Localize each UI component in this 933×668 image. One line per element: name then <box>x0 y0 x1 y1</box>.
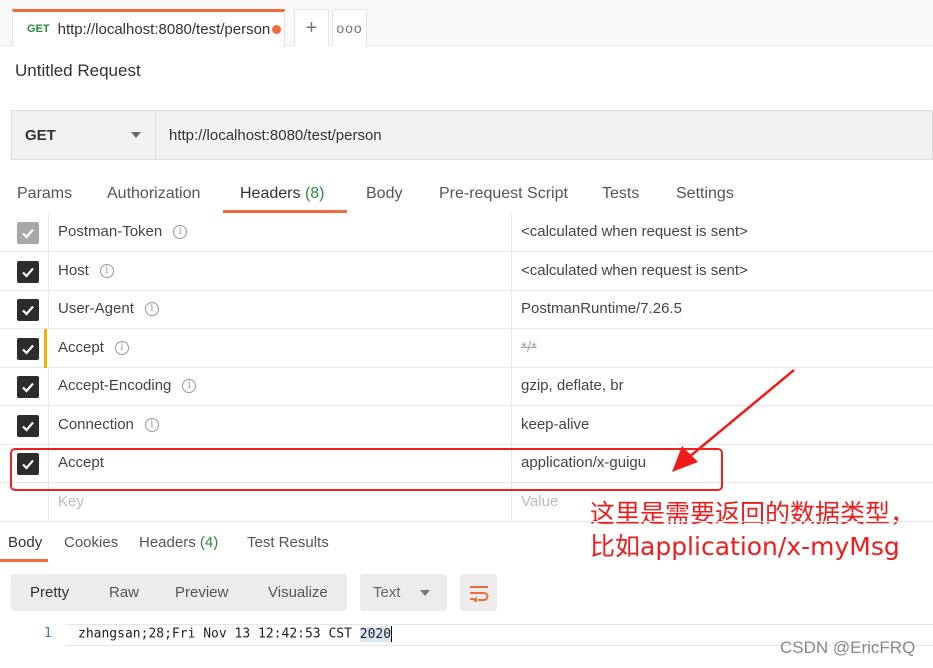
check-icon <box>22 382 34 393</box>
header-key-text: Connection <box>58 416 134 433</box>
info-icon[interactable]: i <box>144 301 159 316</box>
info-icon[interactable]: i <box>99 263 114 278</box>
check-icon <box>22 344 34 355</box>
more-icon: ooo <box>336 20 363 36</box>
check-icon <box>22 421 34 432</box>
header-value: gzip, deflate, br <box>521 377 624 394</box>
header-key: Connection i <box>58 416 159 433</box>
header-checkbox[interactable] <box>17 376 39 398</box>
arrow-icon <box>672 369 795 472</box>
wrap-icon <box>469 585 488 602</box>
text-cursor <box>391 626 393 642</box>
tab-test-results[interactable]: Test Results <box>247 534 329 551</box>
tab-cookies[interactable]: Cookies <box>64 534 118 551</box>
tab-headers[interactable]: Headers (8) <box>240 185 325 203</box>
header-key: User-Agent i <box>58 300 159 317</box>
new-tab-button[interactable]: + <box>294 9 329 46</box>
response-text-highlight: 2020 <box>359 626 392 642</box>
response-text-main: zhangsan;28;Fri Nov 13 12:42:53 CST <box>78 626 360 642</box>
more-tabs-button[interactable]: ooo <box>332 9 367 46</box>
request-tab-method: GET <box>27 23 50 35</box>
header-key: Postman-Token i <box>58 223 188 240</box>
table-row: Postman-Token i <calculated when request … <box>0 213 933 252</box>
header-checkbox[interactable] <box>17 338 39 360</box>
tab-response-body[interactable]: Body <box>8 534 42 551</box>
tab-headers-label: Headers <box>240 185 301 202</box>
table-row: Host i <calculated when request is sent> <box>0 252 933 291</box>
tab-params[interactable]: Params <box>17 185 72 203</box>
header-checkbox[interactable] <box>17 261 39 283</box>
view-preview-button[interactable]: Preview <box>175 584 228 601</box>
tab-authorization[interactable]: Authorization <box>107 185 200 203</box>
overridden-indicator <box>44 329 47 368</box>
info-icon[interactable]: i <box>182 378 197 393</box>
unsaved-dot-icon <box>271 24 281 34</box>
view-pretty-button[interactable]: Pretty <box>30 584 69 601</box>
check-icon <box>22 267 34 278</box>
view-visualize-button[interactable]: Visualize <box>268 584 328 601</box>
header-checkbox[interactable] <box>17 222 39 244</box>
info-icon[interactable]: i <box>173 224 188 239</box>
check-icon <box>22 228 34 239</box>
view-raw-button[interactable]: Raw <box>109 584 139 601</box>
tab-headers-count: (8) <box>304 185 325 202</box>
new-header-key-input[interactable]: Key <box>58 493 84 510</box>
response-body-text: zhangsan;28;Fri Nov 13 12:42:53 CST 2020 <box>78 626 393 642</box>
chevron-down-icon <box>420 590 430 596</box>
header-checkbox[interactable] <box>17 415 39 437</box>
header-value: keep-alive <box>521 416 590 433</box>
tab-settings[interactable]: Settings <box>676 185 734 203</box>
watermark: CSDN @EricFRQ <box>780 638 916 657</box>
method-select[interactable]: GET <box>12 111 156 159</box>
tab-tests[interactable]: Tests <box>602 185 639 203</box>
header-key: Accept i <box>58 339 129 356</box>
header-key-text: User-Agent <box>58 300 134 317</box>
method-select-value: GET <box>25 126 56 144</box>
header-checkbox[interactable] <box>17 299 39 321</box>
header-value: <calculated when request is sent> <box>521 262 748 279</box>
new-header-value-input[interactable]: Value <box>521 493 558 510</box>
tab-response-headers[interactable]: Headers (4) <box>139 534 218 551</box>
tab-pre-request-script[interactable]: Pre-request Script <box>439 185 568 203</box>
header-key: Host i <box>58 262 114 279</box>
header-key-text: Postman-Token <box>58 223 163 240</box>
info-icon[interactable]: i <box>114 340 129 355</box>
url-bar: GET http://localhost:8080/test/person <box>11 110 933 160</box>
active-response-tab-indicator <box>0 559 48 562</box>
header-key: Accept-Encoding i <box>58 377 197 394</box>
request-section-tabs: Params Authorization Headers (8) Body Pr… <box>0 176 933 214</box>
header-key-text: Accept-Encoding <box>58 377 172 394</box>
header-value: */* <box>521 339 537 356</box>
tab-body[interactable]: Body <box>366 185 402 203</box>
header-key-text: Host <box>58 262 89 279</box>
request-tab-bar: GET http://localhost:8080/test/person + … <box>0 0 933 46</box>
request-tab[interactable]: GET http://localhost:8080/test/person <box>12 9 285 46</box>
tab-response-headers-count: (4) <box>199 534 219 551</box>
view-mode-group: Pretty Raw Preview Visualize <box>11 574 347 611</box>
header-value: <calculated when request is sent> <box>521 223 748 240</box>
format-select[interactable]: Text <box>360 574 447 611</box>
format-select-value: Text <box>373 584 401 601</box>
url-input-value: http://localhost:8080/test/person <box>169 126 382 144</box>
table-row: User-Agent i PostmanRuntime/7.26.5 <box>0 290 933 329</box>
header-key-text: Accept <box>58 339 104 356</box>
check-icon <box>22 305 34 316</box>
wrap-lines-button[interactable] <box>460 574 497 611</box>
plus-icon: + <box>305 16 318 39</box>
tab-response-headers-label: Headers <box>139 534 196 551</box>
line-number: 1 <box>44 626 52 641</box>
header-value: PostmanRuntime/7.26.5 <box>521 300 682 317</box>
highlight-box <box>10 448 723 491</box>
url-input[interactable]: http://localhost:8080/test/person <box>157 111 932 159</box>
request-tab-url: http://localhost:8080/test/person <box>57 20 270 38</box>
response-section-tabs: Body Cookies Headers (4) Test Results <box>0 521 933 562</box>
request-title[interactable]: Untitled Request <box>15 61 141 81</box>
chevron-down-icon <box>131 132 141 138</box>
info-icon[interactable]: i <box>144 417 159 432</box>
